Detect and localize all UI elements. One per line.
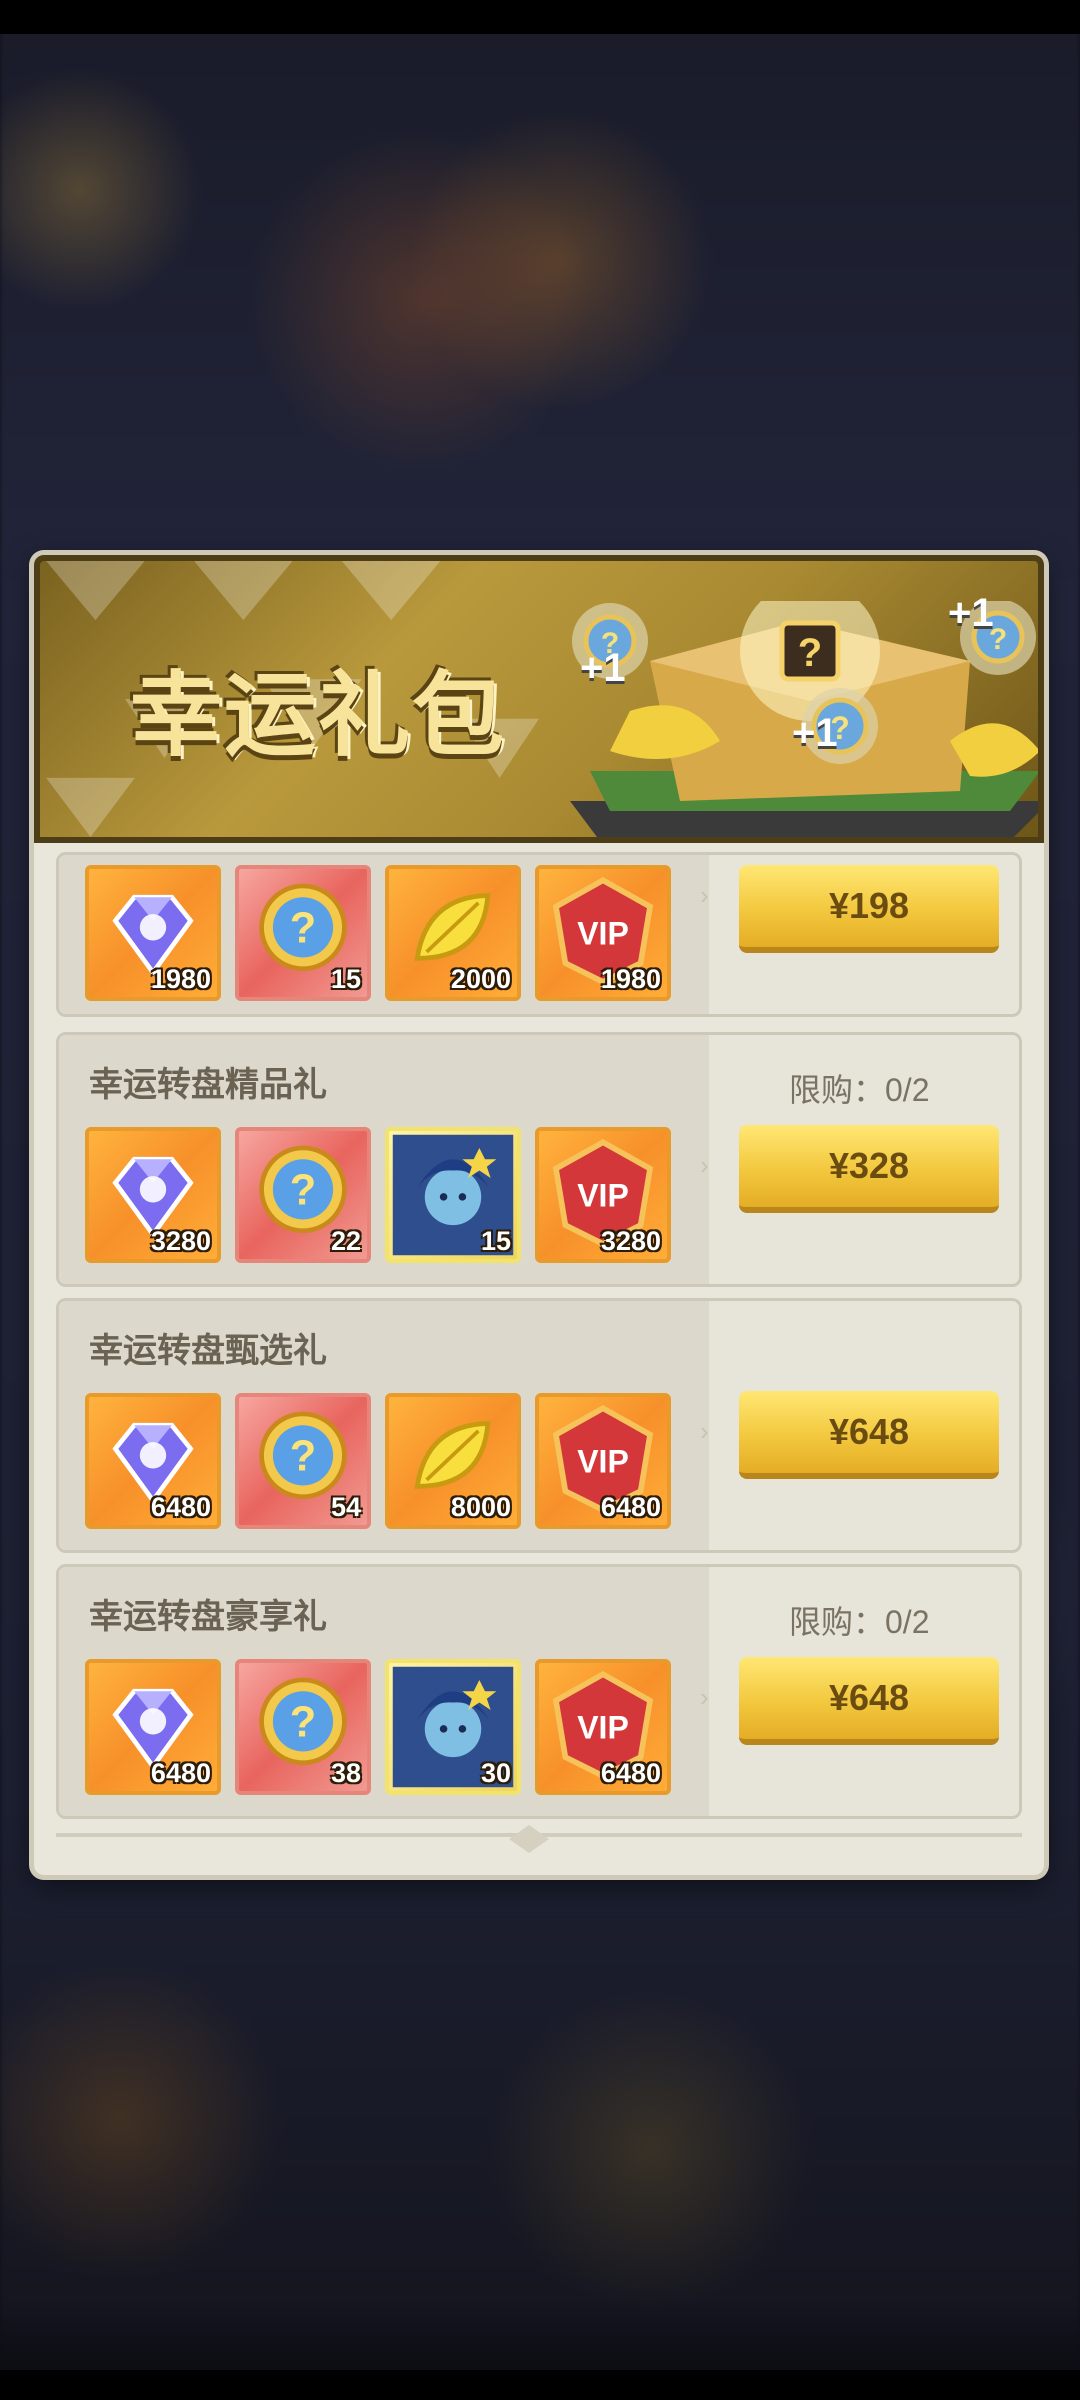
reward-quantity: 6480 [150,1492,211,1522]
svg-text:VIP: VIP [577,915,629,951]
reward-quantity: 1980 [600,964,661,994]
reward-quantity: 6480 [150,1758,211,1788]
svg-text:?: ? [290,1166,316,1214]
svg-text:VIP: VIP [577,1709,629,1745]
diamond-reward-item[interactable]: 6480 [85,1659,221,1795]
buy-button[interactable]: ¥648 [739,1657,999,1745]
plus-one-label-center: +1 [792,711,838,755]
pack-title: 幸运转盘豪享礼 [89,1598,327,1636]
diamond-reward-item[interactable]: 6480 [85,1393,221,1529]
pack-title: 幸运转盘精品礼 [89,1066,327,1104]
vip-badge-reward-item[interactable]: VIP 1980 [535,865,671,1001]
divider-arrow-icon: › [700,880,709,910]
purchase-limit: 限购：0/2 [789,1072,930,1108]
hero-portrait-reward-item[interactable]: 15 [385,1127,521,1263]
diamond-reward-item[interactable]: 3280 [85,1127,221,1263]
reward-quantity: 22 [330,1226,361,1256]
svg-text:VIP: VIP [577,1177,629,1213]
reward-quantity: 30 [480,1758,511,1788]
divider-arrow-icon: › [700,1416,709,1446]
buy-button[interactable]: ¥648 [739,1391,999,1479]
svg-text:?: ? [290,904,316,952]
mystery-coin-reward-item[interactable]: ? 15 [235,865,371,1001]
svg-text:?: ? [290,1698,316,1746]
panel-bottom-ornament [56,1825,1022,1853]
gold-leaf-reward-item[interactable]: 2000 [385,865,521,1001]
reward-quantity: 6480 [600,1492,661,1522]
plus-one-label-right: +1 [948,591,994,635]
gift-pack-row: 幸运转盘甄选礼 › 6480? 54 8000 VIP 6480 ¥648 [56,1298,1022,1553]
reward-quantity: 54 [330,1492,361,1522]
pack-title: 幸运转盘甄选礼 [89,1332,327,1370]
reward-quantity: 15 [480,1226,511,1256]
reward-quantity: 3280 [600,1226,661,1256]
banner: 幸运礼包 ? ? ? ? +1 +1 +1 [34,555,1044,843]
buy-button[interactable]: ¥328 [739,1125,999,1213]
purchase-limit: 限购：0/2 [789,1604,930,1640]
diamond-reward-item[interactable]: 1980 [85,865,221,1001]
vip-badge-reward-item[interactable]: VIP 3280 [535,1127,671,1263]
mystery-coin-reward-item[interactable]: ? 22 [235,1127,371,1263]
reward-quantity: 1980 [150,964,211,994]
vip-badge-reward-item[interactable]: VIP 6480 [535,1659,671,1795]
status-bar [0,0,1080,34]
plus-one-label-left: +1 [580,646,626,690]
banner-title: 幸运礼包 [130,665,507,767]
svg-text:?: ? [290,1432,316,1480]
gift-pack-row: 幸运转盘精品礼 限购：0/2 › 3280? 22 15 VIP 3280 ¥328 [56,1032,1022,1287]
gift-pack-row: › 1980? 15 2000 VIP 1980 ¥198 [56,852,1022,1017]
reward-quantity: 2000 [450,964,511,994]
svg-text:VIP: VIP [577,1443,629,1479]
reward-quantity: 3280 [150,1226,211,1256]
mystery-coin-reward-item[interactable]: ? 54 [235,1393,371,1529]
pack-items: 6480? 38 30 VIP 6480 [85,1659,685,1799]
navigation-bar [0,2370,1080,2400]
svg-text:?: ? [798,631,822,675]
reward-quantity: 8000 [450,1492,511,1522]
pack-items: 3280? 22 15 VIP 3280 [85,1127,685,1267]
reward-quantity: 15 [330,964,361,994]
pack-items: 1980? 15 2000 VIP 1980 [85,865,685,1005]
hero-portrait-reward-item[interactable]: 30 [385,1659,521,1795]
pack-items: 6480? 54 8000 VIP 6480 [85,1393,685,1533]
mystery-coin-reward-item[interactable]: ? 38 [235,1659,371,1795]
divider-arrow-icon: › [700,1682,709,1712]
buy-button[interactable]: ¥198 [739,865,999,953]
vip-badge-reward-item[interactable]: VIP 6480 [535,1393,671,1529]
gold-leaf-reward-item[interactable]: 8000 [385,1393,521,1529]
reward-quantity: 6480 [600,1758,661,1788]
gift-pack-row: 幸运转盘豪享礼 限购：0/2 › 6480? 38 30 VIP 6480 ¥648 [56,1564,1022,1819]
divider-arrow-icon: › [700,1150,709,1180]
reward-quantity: 38 [330,1758,361,1788]
